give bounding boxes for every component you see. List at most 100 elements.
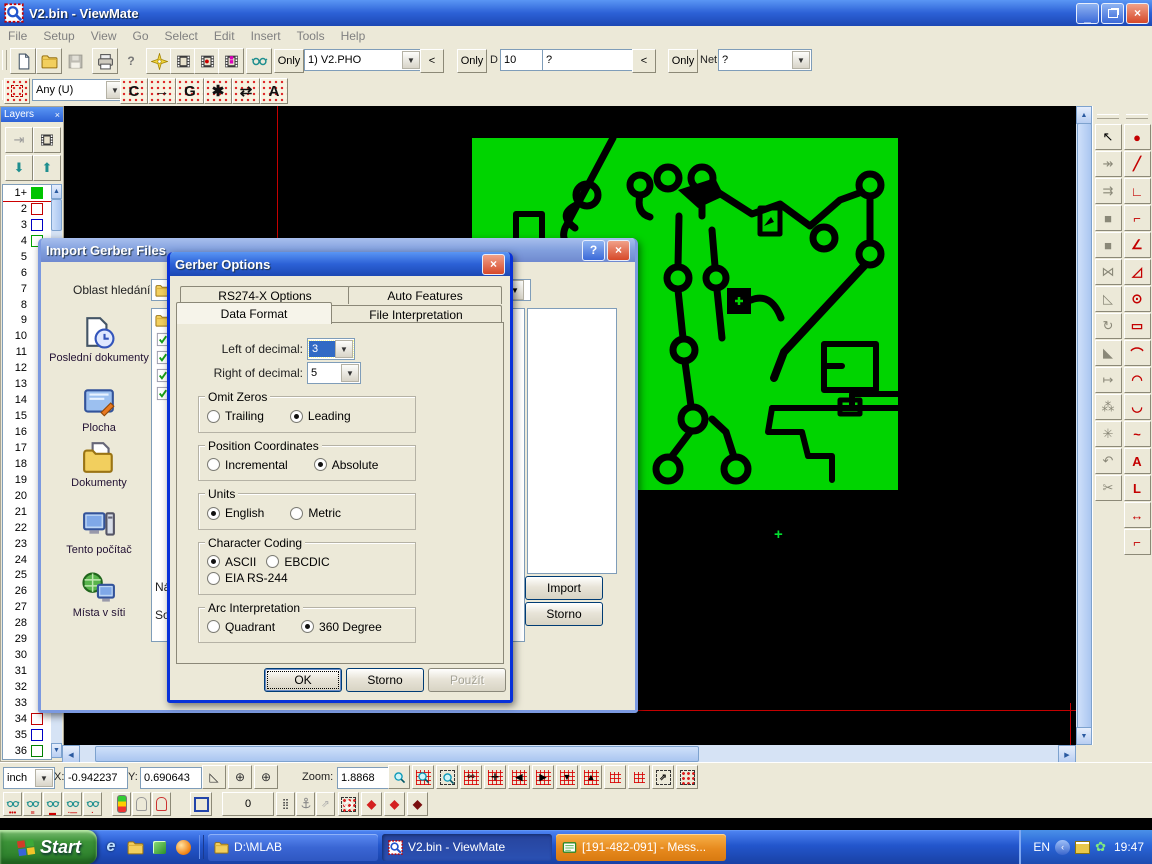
tab-auto-features[interactable]: Auto Features — [348, 286, 502, 304]
draw-label-icon[interactable]: L — [1124, 475, 1151, 501]
menu-item-file[interactable]: File — [0, 29, 35, 43]
prev-view-icon[interactable] — [604, 765, 626, 789]
horizontal-scrollbar[interactable]: ◀ ▶ — [62, 745, 1076, 762]
layer-insert-icon[interactable]: ⇥ — [5, 127, 33, 153]
view-pads-glasses-icon[interactable]: ••• — [3, 792, 22, 816]
scroll-up-icon[interactable]: ▲ — [1076, 106, 1092, 124]
minimize-button[interactable]: _ — [1076, 3, 1099, 24]
vertical-scrollbar[interactable]: ▲ ▼ — [1076, 106, 1092, 745]
scale-icon[interactable]: ◣ — [1095, 340, 1122, 366]
lamp-off-icon[interactable] — [132, 792, 151, 816]
place-documents[interactable]: Dokumenty — [49, 441, 149, 508]
import-button[interactable]: Import — [525, 576, 603, 600]
notes-tray-icon[interactable] — [1075, 841, 1090, 854]
dcode-filter-field[interactable]: ? — [542, 49, 638, 71]
pan-up-icon[interactable]: ▲ — [580, 765, 602, 789]
to-layer-icon[interactable]: ↦ — [1095, 367, 1122, 393]
tab-file-interpretation[interactable]: File Interpretation — [330, 305, 502, 323]
layer-row[interactable]: 35 — [3, 727, 51, 743]
open-file-icon[interactable] — [36, 48, 62, 74]
hide-icons-icon[interactable]: ‹ — [1055, 840, 1070, 855]
selection-pattern-icon[interactable] — [4, 78, 30, 104]
prev-layer-button[interactable]: < — [420, 49, 444, 73]
dcode-film-icon[interactable]: ● — [194, 48, 220, 74]
chevron-down-icon[interactable]: ▼ — [792, 51, 810, 69]
net-combo[interactable]: ?▼ — [718, 49, 812, 71]
menu-item-insert[interactable]: Insert — [243, 29, 289, 43]
colors-film-icon[interactable]: ■■ — [218, 48, 244, 74]
firefox-icon[interactable] — [173, 837, 193, 857]
zoom-grid-icon[interactable] — [412, 765, 434, 789]
radio-metric[interactable]: Metric — [290, 506, 341, 520]
draw-arc3-icon[interactable]: ◡ — [1124, 394, 1151, 420]
new-file-icon[interactable] — [10, 48, 36, 74]
draw-rect-icon[interactable]: ▭ — [1124, 313, 1151, 339]
radio-incremental[interactable]: Incremental — [207, 458, 288, 472]
undo-icon[interactable]: ↶ — [1095, 448, 1122, 474]
flash-view-icon[interactable] — [146, 48, 172, 74]
dcode-swap-icon[interactable]: ⇄ — [232, 78, 260, 104]
draw-curve-icon[interactable]: ~ — [1124, 421, 1151, 447]
layer-film-icon[interactable] — [33, 127, 61, 153]
view-film-icon[interactable]: ᵒᵒ — [460, 765, 482, 789]
dcode-c-icon[interactable]: C — [120, 78, 148, 104]
draw-pad-icon[interactable]: ● — [1124, 124, 1151, 150]
menu-item-view[interactable]: View — [83, 29, 125, 43]
zoom-field[interactable]: 1.8868 — [337, 767, 393, 789]
next-view-icon[interactable] — [628, 765, 650, 789]
tab-data-format[interactable]: Data Format — [176, 302, 332, 324]
mirror-icon[interactable]: ⋈ — [1095, 259, 1122, 285]
dcode-indicator[interactable]: 0 — [222, 792, 274, 816]
layers-panel-title[interactable]: Layers× — [1, 107, 63, 122]
draw-corner-icon[interactable]: ⌐ — [1124, 205, 1151, 231]
folder-icon[interactable] — [125, 837, 145, 857]
scroll-thumb[interactable] — [1077, 123, 1092, 729]
only-net-button[interactable]: Only — [668, 49, 698, 73]
x-coordinate-field[interactable]: -0.942237 — [64, 767, 128, 789]
aperture-diamond-dark-icon[interactable]: ◆ — [407, 792, 428, 816]
origin-icon[interactable]: ⊕ — [228, 765, 252, 789]
restore-button[interactable] — [1101, 3, 1124, 24]
layer-row[interactable]: 36 — [3, 743, 51, 759]
view-arc-glasses-icon[interactable]: · — [83, 792, 102, 816]
anchor-icon[interactable] — [296, 792, 315, 816]
toolbar-grip[interactable] — [2, 50, 7, 70]
fill-light-icon[interactable]: ■ — [1095, 232, 1122, 258]
measure-arrow-icon[interactable]: ⇗ — [316, 792, 335, 816]
context-help-icon[interactable]: ? — [118, 48, 144, 74]
radio-leading[interactable]: Leading — [290, 409, 351, 423]
settings-gear-icon[interactable]: ✳ — [1095, 421, 1122, 447]
dcode-field[interactable]: 10 — [500, 49, 548, 71]
probe-icon[interactable]: ⊕ — [254, 765, 278, 789]
angle-measure-icon[interactable]: ◺ — [202, 765, 226, 789]
icq-flower-icon[interactable]: ✿ — [1095, 839, 1106, 855]
menu-item-select[interactable]: Select — [157, 29, 206, 43]
snap-grid-icon[interactable]: ⣿ — [276, 792, 295, 816]
toolbar-grip[interactable] — [1097, 114, 1119, 119]
layer-row[interactable]: 1+ — [3, 185, 51, 201]
help-icon[interactable]: ? — [582, 240, 605, 261]
rotate-icon[interactable]: ↻ — [1095, 313, 1122, 339]
chevron-down-icon[interactable]: ▼ — [335, 340, 353, 358]
scroll-thumb[interactable] — [95, 746, 699, 762]
aperture-diamond-s-icon[interactable]: ◆ — [384, 792, 405, 816]
only-dcode-button[interactable]: Only — [457, 49, 487, 73]
select-area-icon[interactable] — [676, 765, 698, 789]
radio-absolute[interactable]: Absolute — [314, 458, 379, 472]
select-cursor-icon[interactable]: ↖ — [1095, 124, 1122, 150]
zoom-window-icon[interactable] — [436, 765, 458, 789]
layer-down-icon[interactable]: ⬇ — [5, 155, 33, 181]
dcode-arrow-icon[interactable]: → — [148, 78, 176, 104]
menu-item-go[interactable]: Go — [125, 29, 157, 43]
cut-icon[interactable]: ✂ — [1095, 475, 1122, 501]
menu-item-setup[interactable]: Setup — [35, 29, 82, 43]
chevron-down-icon[interactable]: ▼ — [402, 51, 420, 69]
y-coordinate-field[interactable]: 0.690643 — [140, 767, 202, 789]
menu-item-help[interactable]: Help — [333, 29, 374, 43]
menu-item-edit[interactable]: Edit — [206, 29, 243, 43]
aperture-sparkle-icon[interactable]: ◇ — [338, 792, 359, 816]
place-recent-documents[interactable]: Poslední dokumenty — [49, 316, 149, 386]
move-icon[interactable]: ↠ — [1095, 151, 1122, 177]
dcode-g-icon[interactable]: G — [176, 78, 204, 104]
draw-triangle-icon[interactable]: ◿ — [1124, 259, 1151, 285]
